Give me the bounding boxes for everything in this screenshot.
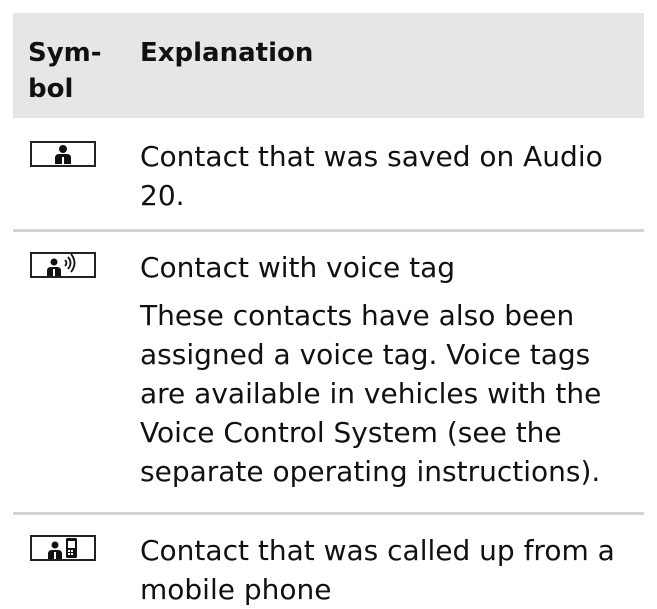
contact-person-icon (30, 141, 96, 167)
explanation-column-header: Explanation (123, 13, 644, 118)
table-header-row: Sym- bol Explanation (13, 13, 644, 121)
symbol-cell (13, 121, 123, 229)
explanation-cell: Contact that was called up from a mobile… (123, 515, 644, 608)
table-row: Contact that was called up from a mobile… (13, 515, 644, 608)
table-row: Contact with voice tag These contacts ha… (13, 232, 644, 515)
explanation-cell: Contact that was saved on Audio 20. (123, 121, 644, 229)
explanation-header-label: Explanation (140, 38, 314, 68)
table-row: Contact that was saved on Audio 20. (13, 121, 644, 232)
symbol-header-line1: Sym- (28, 38, 102, 68)
symbol-cell (13, 232, 123, 512)
row-text: Contact that was called up from a mobile… (140, 534, 615, 606)
row-text: These contacts have also been assigned a… (140, 299, 602, 488)
explanation-cell: Contact with voice tag These contacts ha… (123, 232, 644, 512)
symbol-explanation-table: Sym- bol Explanation Contact that was sa… (13, 13, 644, 608)
symbol-header-line2: bol (28, 74, 74, 104)
contact-voice-tag-icon (30, 252, 96, 278)
row-title: Contact with voice tag (140, 251, 456, 284)
row-text: Contact that was saved on Audio 20. (140, 140, 603, 212)
symbol-cell (13, 515, 123, 608)
contact-mobile-phone-icon (30, 535, 96, 561)
symbol-column-header: Sym- bol (13, 13, 123, 118)
